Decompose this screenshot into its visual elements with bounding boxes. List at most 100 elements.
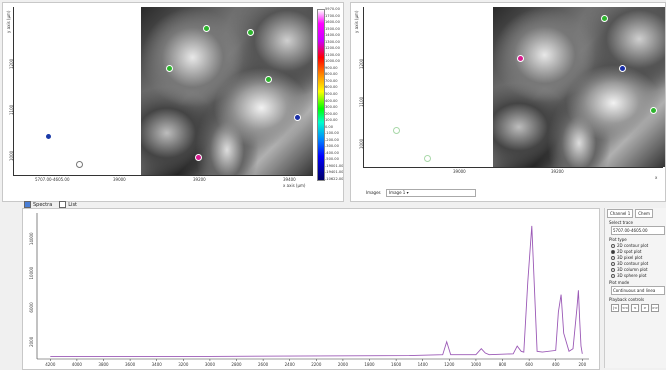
plot-type-label: 3D sphere plot xyxy=(617,273,647,278)
radio-button[interactable] xyxy=(611,243,615,248)
x-tick-label: 800 xyxy=(499,362,507,367)
x-tick-label: 600 xyxy=(525,362,533,367)
data-marker[interactable] xyxy=(203,25,210,32)
radio-button[interactable] xyxy=(611,267,615,272)
data-marker[interactable] xyxy=(650,107,657,114)
x-tick-label: 2200 xyxy=(311,362,322,367)
plot-type-label: 3D contour plot xyxy=(617,261,649,266)
tab-channel-1[interactable]: Channel 1 xyxy=(607,209,634,218)
x-tick-label: 200 xyxy=(579,362,587,367)
playback-button[interactable]: > xyxy=(641,304,649,312)
data-marker[interactable] xyxy=(619,65,626,72)
data-marker[interactable] xyxy=(265,76,272,83)
left-x-axis-line xyxy=(13,175,313,176)
select-trace-label: Select trace xyxy=(609,220,633,225)
plot-type-label: Plot type xyxy=(609,237,627,242)
plot-type-label: 2D contour plot xyxy=(617,243,649,248)
tab-chem-label: Chem xyxy=(638,211,650,216)
data-marker[interactable] xyxy=(601,15,608,22)
colorbar xyxy=(317,9,325,181)
x-tick-label: 1000 xyxy=(471,362,482,367)
playback-button[interactable]: >> xyxy=(651,304,659,312)
radio-button[interactable] xyxy=(611,261,615,266)
tab-chem[interactable]: Chem xyxy=(635,209,653,218)
left-map-panel: y axis (µm) 1200 1100 1000 5707.00-4605.… xyxy=(2,2,344,202)
data-marker[interactable] xyxy=(393,127,400,134)
radio-button[interactable] xyxy=(611,273,615,278)
tab-list[interactable]: List xyxy=(57,201,79,208)
playback-button[interactable]: < xyxy=(631,304,639,312)
data-marker[interactable] xyxy=(166,65,173,72)
left-x-tick: 5707.00-4605.00 xyxy=(35,177,70,182)
data-marker[interactable] xyxy=(195,154,202,161)
plot-type-options: 2D contour plot 2D spot plot 3D pixel plot… xyxy=(605,243,666,278)
radio-button[interactable] xyxy=(611,249,615,254)
data-marker[interactable] xyxy=(517,55,524,62)
plot-mode-value: Continuous and linea xyxy=(613,288,656,293)
right-map-panel: y axis (µm) 1200 1100 1000 39000 39200 x xyxy=(350,2,666,202)
x-tick-label: 3400 xyxy=(152,362,163,367)
x-tick-label: 2000 xyxy=(338,362,349,367)
colorbar-label: 1400.00 xyxy=(325,33,340,38)
spectra-chart[interactable]: 2000 6000 10000 14000 4200 4000 3800 3600 3400 32… xyxy=(23,209,599,369)
x-tick-label: 3600 xyxy=(125,362,136,367)
colorbar-label: 800.00 xyxy=(325,72,338,77)
tab-channel-1-label: Channel 1 xyxy=(610,211,631,216)
tab-list-label: List xyxy=(68,201,78,208)
colorbar-label: -400.00 xyxy=(325,150,339,155)
x-tick-label: 3800 xyxy=(98,362,109,367)
images-label: Images xyxy=(366,190,381,195)
x-tick-label: 1400 xyxy=(418,362,429,367)
colorbar-label: 200.00 xyxy=(325,111,338,116)
data-marker[interactable] xyxy=(247,29,254,36)
radio-button[interactable] xyxy=(611,255,615,260)
plot-type-option[interactable]: 3D contour plot xyxy=(611,261,666,266)
side-panel: Channel 1 Chem Select trace 5707.00-4605… xyxy=(604,208,666,368)
plot-type-option[interactable]: 3D sphere plot xyxy=(611,273,666,278)
plot-type-option[interactable]: 2D contour plot xyxy=(611,243,666,248)
colorbar-label: -10622.00 xyxy=(325,177,344,181)
x-tick-label: 4000 xyxy=(72,362,83,367)
plot-mode-select[interactable]: Continuous and linea xyxy=(611,286,665,295)
playback-button[interactable]: << xyxy=(621,304,629,312)
x-tick-label: 3200 xyxy=(178,362,189,367)
colorbar-label: -19001.00 xyxy=(325,163,344,168)
colorbar-label: 300.00 xyxy=(325,105,338,110)
colorbar-label: -19401.00 xyxy=(325,170,344,175)
colorbar-label: 5970.00 xyxy=(325,7,340,11)
y-tick-label: 2000 xyxy=(29,336,34,347)
left-y-axis-label: y axis (µm) xyxy=(6,10,11,34)
left-x-axis-label: x axis (µm) xyxy=(283,183,306,188)
plot-type-option[interactable]: 3D column plot xyxy=(611,267,666,272)
right-y-axis-label: y axis (µm) xyxy=(354,10,359,34)
plot-type-option[interactable]: 2D spot plot xyxy=(611,249,666,254)
data-marker[interactable] xyxy=(76,161,83,168)
spectrum-line xyxy=(50,225,583,357)
colorbar-label: 1100.00 xyxy=(325,52,340,57)
right-x-tick: 39200 xyxy=(551,169,564,174)
colorbar-label: -300.00 xyxy=(325,144,339,149)
image-combo[interactable]: Image 1 ▾ xyxy=(386,189,476,197)
colorbar-label: 600.00 xyxy=(325,85,338,90)
colorbar-label: 1600.00 xyxy=(325,20,340,25)
plot-type-option[interactable]: 3D pixel plot xyxy=(611,255,666,260)
data-marker[interactable] xyxy=(294,114,301,121)
playback-controls: |< << < > >> xyxy=(611,304,666,312)
left-x-tick: 39200 xyxy=(193,177,206,182)
playback-button[interactable]: |< xyxy=(611,304,619,312)
trace-select[interactable]: 5707.00-4605.00 xyxy=(611,226,665,235)
x-tick-label: 1600 xyxy=(391,362,402,367)
plot-type-label: 2D spot plot xyxy=(617,249,642,254)
left-y-tick: 1100 xyxy=(9,104,14,115)
colorbar-label: -500.00 xyxy=(325,157,339,162)
spectra-checkbox[interactable] xyxy=(24,201,31,208)
x-tick-label: 2600 xyxy=(258,362,269,367)
tab-spectra[interactable]: Spectra xyxy=(22,201,54,208)
colorbar-label: 0.00 xyxy=(325,124,334,129)
right-y-tick: 1100 xyxy=(359,96,364,107)
data-marker[interactable] xyxy=(424,155,431,162)
list-checkbox[interactable] xyxy=(59,201,67,208)
spectra-tabs: Spectra List xyxy=(22,201,79,208)
left-y-axis-line xyxy=(13,7,14,175)
data-marker[interactable] xyxy=(45,133,52,140)
